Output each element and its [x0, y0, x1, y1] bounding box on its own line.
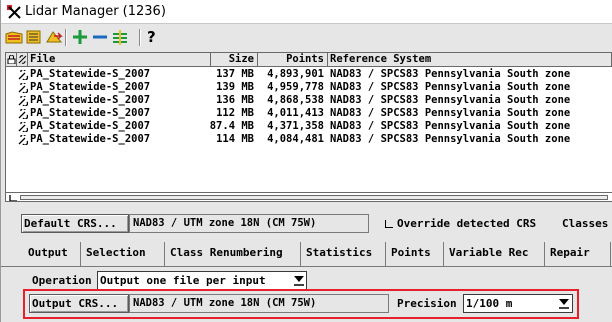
list-header: File Size Points Reference System [6, 53, 612, 67]
table-row[interactable]: PA_Statewide-S_2007 139 MB 4,959,778 NAD… [6, 81, 612, 94]
lidar-file-icon [18, 109, 28, 119]
row-file: PA_Statewide-S_2007 [30, 107, 151, 119]
open-folder-icon[interactable] [25, 28, 43, 46]
override-crs-label[interactable]: Override detected CRS [397, 217, 536, 230]
row-size: 136 MB [216, 94, 254, 106]
header-lock-col[interactable] [6, 53, 17, 67]
row-size: 112 MB [216, 107, 254, 119]
operation-label: Operation [32, 274, 92, 287]
title-bar: Lidar Manager (1236) [1, 0, 612, 24]
tab-variable-rec[interactable]: Variable Rec [444, 242, 545, 266]
window-title: Lidar Manager (1236) [25, 4, 166, 19]
output-crs-button[interactable]: Output CRS... [29, 294, 129, 313]
row-file: PA_Statewide-S_2007 [30, 120, 151, 132]
row-points: 4,959,778 [267, 81, 324, 93]
operation-select[interactable]: Output one file per input [97, 271, 307, 290]
header-file[interactable]: File [28, 53, 211, 67]
scroll-left-arrow-icon[interactable] [8, 194, 18, 202]
tab-selection[interactable]: Selection [81, 242, 165, 266]
row-crs: NAD83 / SPCS83 Pennsylvania South zone [330, 94, 571, 106]
lidar-file-icon [18, 122, 28, 132]
default-crs-field: NAD83 / UTM zone 18N (CM 75W) [129, 214, 369, 233]
row-size: 137 MB [216, 68, 254, 80]
row-file: PA_Statewide-S_2007 [30, 81, 151, 93]
row-crs: NAD83 / SPCS83 Pennsylvania South zone [330, 68, 571, 80]
table-row[interactable]: PA_Statewide-S_2007 136 MB 4,868,538 NAD… [6, 94, 612, 107]
lidar-file-icon [18, 83, 28, 93]
tab-repair[interactable]: Repair [545, 242, 611, 266]
tab-class-renumbering[interactable]: Class Renumbering [165, 242, 301, 266]
tab-output[interactable]: Output [23, 242, 81, 266]
horizontal-scrollbar[interactable] [6, 192, 612, 202]
default-crs-button[interactable]: Default CRS... [21, 214, 129, 233]
row-size: 87.4 MB [209, 120, 254, 132]
row-file: PA_Statewide-S_2007 [30, 133, 151, 145]
lidar-manager-window: Lidar Manager (1236) ? File Size Points … [0, 0, 612, 322]
precision-label: Precision [397, 297, 457, 310]
scrollbar-thumb[interactable] [20, 195, 608, 200]
open-files-icon[interactable] [5, 28, 23, 46]
row-size: 139 MB [216, 81, 254, 93]
table-row[interactable]: PA_Statewide-S_2007 137 MB 4,893,901 NAD… [6, 68, 612, 81]
link-icon [18, 55, 27, 64]
lidar-file-icon [18, 70, 28, 80]
tab-points[interactable]: Points [386, 242, 444, 266]
header-size[interactable]: Size [211, 53, 258, 67]
import-icon[interactable] [45, 28, 63, 46]
tab-divider [1, 266, 612, 267]
row-points: 4,084,481 [267, 133, 324, 145]
precision-select-value: 1/100 m [466, 297, 513, 310]
toolbar-separator [65, 29, 67, 46]
header-reference-system[interactable]: Reference System [328, 53, 612, 67]
help-icon[interactable]: ? [147, 28, 156, 46]
row-crs: NAD83 / SPCS83 Pennsylvania South zone [330, 107, 571, 119]
lidar-app-icon [7, 5, 21, 19]
add-icon[interactable] [71, 28, 89, 46]
output-crs-field: NAD83 / UTM zone 18N (CM 75W) [129, 294, 389, 313]
tab-statistics[interactable]: Statistics [301, 242, 386, 266]
lidar-file-icon [18, 96, 28, 106]
tab-bar: Output Selection Class Renumbering Stati… [1, 239, 612, 267]
row-crs: NAD83 / SPCS83 Pennsylvania South zone [330, 81, 571, 93]
lidar-file-icon [18, 135, 28, 145]
chevron-down-icon [294, 276, 304, 286]
lock-icon [7, 55, 16, 64]
row-points: 4,011,413 [267, 107, 324, 119]
row-file: PA_Statewide-S_2007 [30, 94, 151, 106]
row-file: PA_Statewide-S_2007 [30, 68, 151, 80]
header-points[interactable]: Points [258, 53, 328, 67]
table-row[interactable]: PA_Statewide-S_2007 87.4 MB 4,371,358 NA… [6, 120, 612, 133]
row-crs: NAD83 / SPCS83 Pennsylvania South zone [330, 120, 571, 132]
row-points: 4,893,901 [267, 68, 324, 80]
remove-icon[interactable] [91, 28, 109, 46]
row-crs: NAD83 / SPCS83 Pennsylvania South zone [330, 133, 571, 145]
header-link-col[interactable] [17, 53, 28, 67]
toolbar: ? [1, 25, 612, 51]
operation-select-value: Output one file per input [100, 274, 266, 287]
table-row[interactable]: PA_Statewide-S_2007 114 MB 4,084,481 NAD… [6, 133, 612, 146]
row-points: 4,868,538 [267, 94, 324, 106]
row-points: 4,371,358 [267, 120, 324, 132]
file-list[interactable]: File Size Points Reference System PA_Sta… [5, 52, 612, 202]
toolbar-separator [139, 29, 141, 46]
override-crs-checkbox[interactable] [385, 220, 393, 228]
row-size: 114 MB [216, 133, 254, 145]
chevron-down-icon [559, 299, 569, 309]
precision-select[interactable]: 1/100 m [463, 294, 573, 313]
remove-all-icon[interactable] [111, 28, 129, 46]
classes-label: Classes [562, 217, 609, 230]
table-row[interactable]: PA_Statewide-S_2007 112 MB 4,011,413 NAD… [6, 107, 612, 120]
